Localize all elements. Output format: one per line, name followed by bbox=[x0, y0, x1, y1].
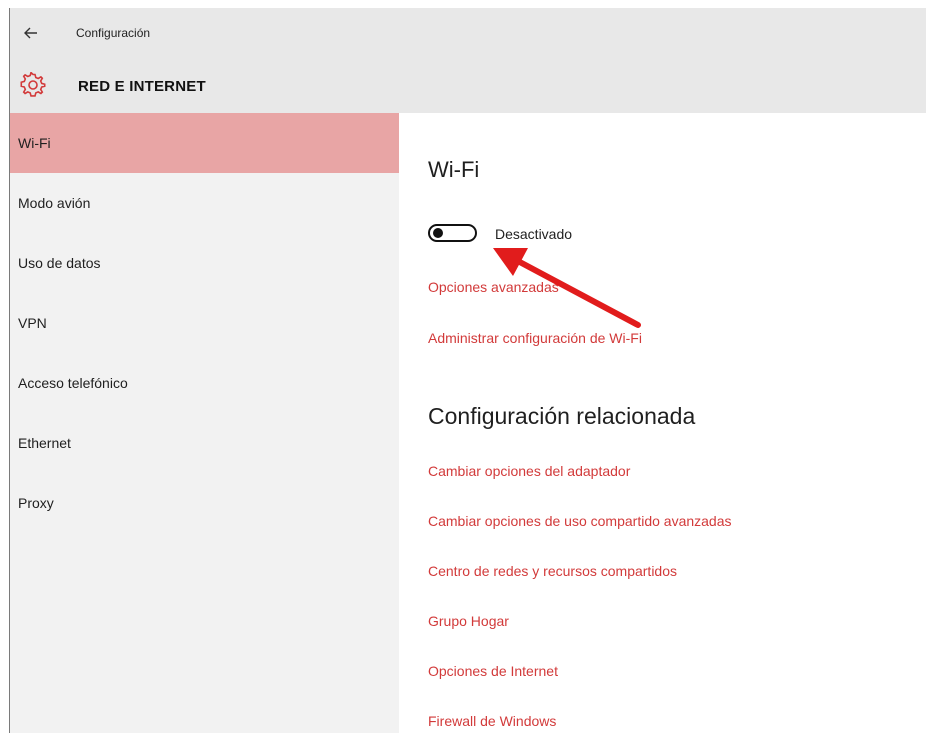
advanced-options-link[interactable]: Opciones avanzadas bbox=[428, 279, 559, 295]
sidebar-item-ethernet[interactable]: Ethernet bbox=[10, 413, 399, 473]
windows-firewall-link[interactable]: Firewall de Windows bbox=[428, 713, 556, 729]
sidebar-item-vpn[interactable]: VPN bbox=[10, 293, 399, 353]
wifi-heading: Wi-Fi bbox=[428, 157, 480, 182]
page-title: RED E INTERNET bbox=[78, 78, 206, 95]
back-arrow-icon bbox=[24, 27, 37, 39]
related-settings-heading: Configuración relacionada bbox=[428, 403, 696, 429]
manage-wifi-settings-link[interactable]: Administrar configuración de Wi-Fi bbox=[428, 330, 642, 346]
wifi-toggle-state: Desactivado bbox=[495, 226, 573, 242]
sidebar-item-uso-de-datos[interactable]: Uso de datos bbox=[10, 233, 399, 293]
homegroup-link[interactable]: Grupo Hogar bbox=[428, 613, 509, 629]
sidebar-item-label: Ethernet bbox=[18, 435, 71, 451]
title-bar: Configuración RED E INTERNET bbox=[10, 8, 926, 113]
settings-window: Configuración RED E INTERNET Wi-Fi Modo … bbox=[9, 8, 926, 733]
sidebar-item-label: Uso de datos bbox=[18, 255, 101, 271]
adapter-options-link[interactable]: Cambiar opciones del adaptador bbox=[428, 463, 630, 479]
sidebar-item-label: Wi-Fi bbox=[18, 135, 51, 151]
sidebar-item-label: Acceso telefónico bbox=[18, 375, 128, 391]
internet-options-link[interactable]: Opciones de Internet bbox=[428, 663, 558, 679]
sidebar-item-acceso-telefonico[interactable]: Acceso telefónico bbox=[10, 353, 399, 413]
window-title: Configuración bbox=[76, 26, 151, 40]
sidebar-item-label: VPN bbox=[18, 315, 47, 331]
sidebar-item-proxy[interactable]: Proxy bbox=[10, 473, 399, 533]
main-content: Wi-Fi Desactivado Opciones avanzadas Adm… bbox=[399, 113, 926, 733]
toggle-knob bbox=[433, 228, 443, 238]
back-button[interactable] bbox=[20, 22, 42, 44]
sidebar-item-label: Modo avión bbox=[18, 195, 91, 211]
sidebar-item-modo-avion[interactable]: Modo avión bbox=[10, 173, 399, 233]
wifi-toggle[interactable] bbox=[428, 224, 477, 242]
sidebar: Wi-Fi Modo avión Uso de datos VPN Acceso… bbox=[10, 113, 399, 733]
sidebar-item-wifi[interactable]: Wi-Fi bbox=[10, 113, 399, 173]
sidebar-item-label: Proxy bbox=[18, 495, 54, 511]
advanced-sharing-link[interactable]: Cambiar opciones de uso compartido avanz… bbox=[428, 513, 732, 529]
network-center-link[interactable]: Centro de redes y recursos compartidos bbox=[428, 563, 677, 579]
gear-icon bbox=[20, 72, 46, 97]
